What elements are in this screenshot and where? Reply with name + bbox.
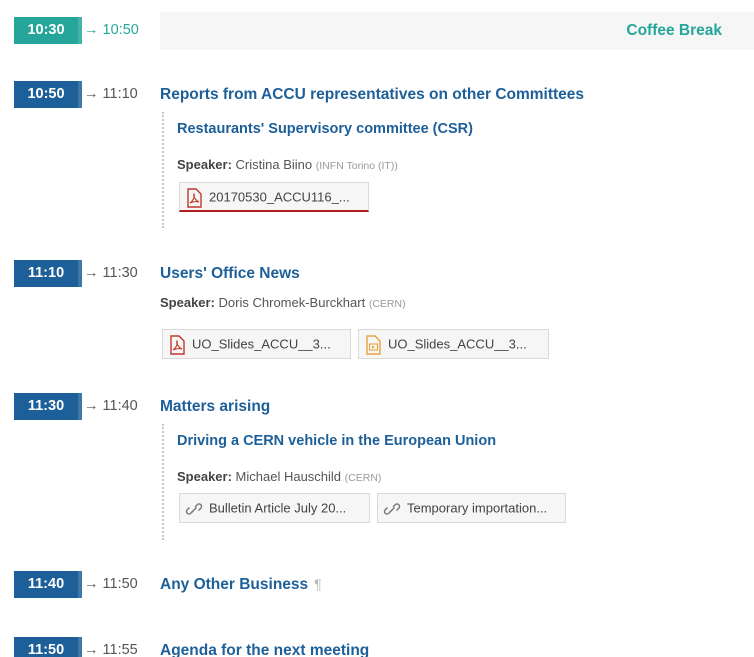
attachment-link[interactable]: Bulletin Article July 20...	[179, 493, 370, 523]
coffee-break-bar: Coffee Break	[160, 12, 754, 50]
end-time: → 11:50	[84, 576, 138, 592]
pdf-icon	[168, 334, 186, 355]
timetable-entry-coffee-break: Coffee Break 10:30 → 10:50	[0, 12, 754, 50]
attachment-pdf[interactable]: 20170530_ACCU116_...	[179, 182, 369, 212]
speaker-line: Speaker: Michael Hauschild (CERN)	[177, 469, 382, 484]
attachment-label: UO_Slides_ACCU__3...	[192, 336, 331, 352]
sub-contribution-title[interactable]: Driving a CERN vehicle in the European U…	[177, 433, 496, 449]
start-time-badge: 10:30	[14, 17, 82, 44]
speaker-name: Michael Hauschild	[235, 469, 342, 484]
arrow-icon: →	[84, 86, 99, 102]
presentation-icon	[364, 334, 382, 355]
end-time: → 11:40	[84, 398, 138, 414]
pdf-icon	[185, 187, 203, 208]
speaker-name: Doris Chromek-Burckhart	[218, 295, 366, 310]
end-time: → 11:10	[84, 86, 138, 102]
arrow-icon: →	[84, 642, 99, 657]
entry-title[interactable]: Any Other Business	[160, 576, 308, 593]
start-time-badge: 11:10	[14, 260, 82, 287]
end-time: → 10:50	[84, 22, 139, 38]
attachment-pdf[interactable]: UO_Slides_ACCU__3...	[162, 329, 351, 359]
start-time-badge: 10:50	[14, 81, 82, 108]
entry-title[interactable]: Reports from ACCU representatives on oth…	[160, 81, 584, 108]
sub-contribution-line	[162, 424, 164, 540]
entry-title[interactable]: Matters arising	[160, 393, 270, 420]
link-icon	[383, 499, 401, 519]
arrow-icon: →	[84, 265, 99, 281]
pilcrow-icon[interactable]: ¶	[314, 576, 322, 592]
entry-title[interactable]: Users' Office News	[160, 260, 300, 287]
attachment-label: Bulletin Article July 20...	[209, 500, 347, 516]
attachment-label: UO_Slides_ACCU__3...	[388, 336, 527, 352]
attachment-label: Temporary importation...	[407, 500, 548, 516]
start-time-badge: 11:30	[14, 393, 82, 420]
speaker-affiliation: (CERN)	[344, 472, 382, 484]
start-time-badge: 11:40	[14, 571, 82, 598]
speaker-affiliation: (CERN)	[368, 298, 406, 310]
attachment-presentation[interactable]: UO_Slides_ACCU__3...	[358, 329, 549, 359]
start-time-badge: 11:50	[14, 637, 82, 657]
speaker-line: Speaker: Cristina Biino (INFN Torino (IT…	[177, 157, 398, 172]
arrow-icon: →	[84, 22, 99, 38]
arrow-icon: →	[84, 576, 99, 592]
speaker-name: Cristina Biino	[235, 157, 313, 172]
sub-contribution-line	[162, 112, 164, 228]
link-icon	[185, 499, 203, 519]
entry-title-wrap: Any Other Business ¶	[160, 571, 322, 598]
entry-title[interactable]: Coffee Break	[626, 12, 722, 50]
entry-title[interactable]: Agenda for the next meeting	[160, 637, 369, 657]
sub-contribution-title[interactable]: Restaurants' Supervisory committee (CSR)	[177, 121, 473, 137]
end-time: → 11:30	[84, 265, 138, 281]
speaker-affiliation: (INFN Torino (IT))	[315, 160, 398, 172]
attachment-label: 20170530_ACCU116_...	[209, 189, 350, 205]
end-time: → 11:55	[84, 642, 138, 657]
attachment-link[interactable]: Temporary importation...	[377, 493, 566, 523]
arrow-icon: →	[84, 398, 99, 414]
speaker-line: Speaker: Doris Chromek-Burckhart (CERN)	[160, 295, 406, 310]
